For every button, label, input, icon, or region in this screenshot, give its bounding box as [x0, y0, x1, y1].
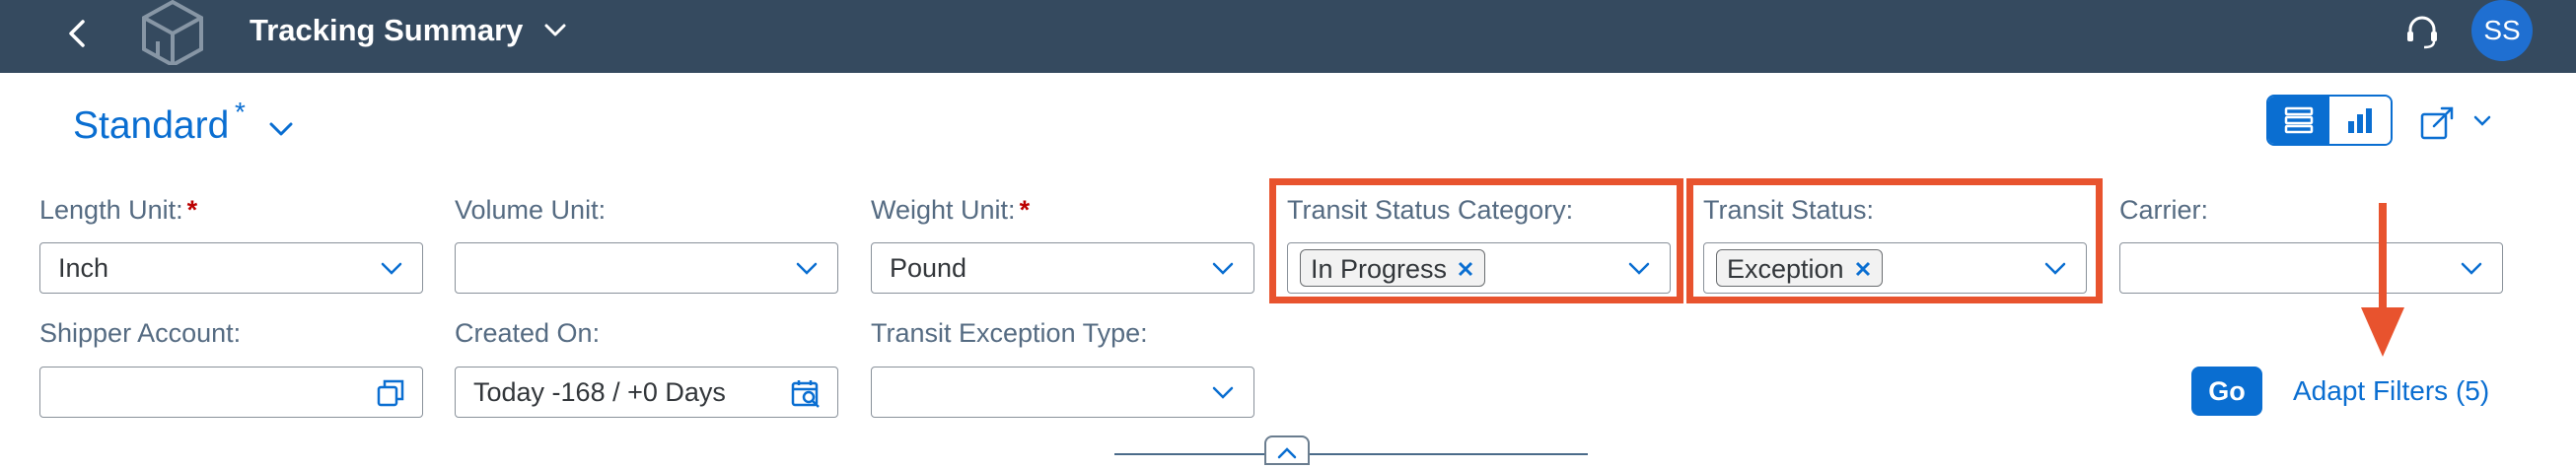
- calendar-icon[interactable]: [790, 377, 822, 409]
- go-button[interactable]: Go: [2191, 367, 2262, 416]
- required-marker: *: [1019, 195, 1031, 225]
- variant-modified-marker: *: [235, 97, 246, 127]
- weight-unit-label: Weight Unit: *: [871, 195, 1031, 225]
- app-logo-icon: [142, 0, 203, 65]
- view-toggle: [2266, 95, 2393, 146]
- chart-view-icon: [2348, 108, 2372, 133]
- highlight-box: [1686, 178, 2103, 303]
- transit-exception-type-select[interactable]: [871, 367, 1254, 418]
- chevron-down-icon[interactable]: [1210, 259, 1236, 279]
- avatar[interactable]: SS: [2471, 0, 2533, 61]
- headset-icon[interactable]: [2400, 10, 2444, 53]
- length-unit-select[interactable]: Inch: [39, 242, 423, 294]
- carrier-select[interactable]: [2119, 242, 2503, 294]
- created-on-input[interactable]: Today -168 / +0 Days: [455, 367, 838, 418]
- volume-unit-label: Volume Unit:: [455, 195, 607, 225]
- chevron-down-icon[interactable]: [379, 259, 404, 279]
- weight-unit-select[interactable]: Pound: [871, 242, 1254, 294]
- chevron-down-icon[interactable]: [266, 118, 296, 140]
- chevron-left-icon[interactable]: [59, 14, 99, 53]
- transit-exception-type-label: Transit Exception Type:: [871, 318, 1148, 348]
- volume-unit-select[interactable]: [455, 242, 838, 294]
- shipper-account-input[interactable]: [39, 367, 423, 418]
- created-on-label: Created On:: [455, 318, 601, 348]
- app-title[interactable]: Tracking Summary: [250, 14, 523, 47]
- list-view-button[interactable]: [2268, 97, 2329, 144]
- required-marker: *: [186, 195, 198, 225]
- highlight-box: [1269, 178, 1683, 303]
- chevron-down-icon[interactable]: [541, 20, 569, 41]
- shell-bar: Tracking Summary SS: [0, 0, 2576, 73]
- value-help-icon[interactable]: [375, 377, 406, 409]
- length-unit-label: Length Unit: *: [39, 195, 198, 225]
- chevron-down-icon[interactable]: [794, 259, 820, 279]
- created-on-value: Today -168 / +0 Days: [473, 377, 726, 407]
- carrier-label: Carrier:: [2119, 195, 2209, 225]
- chevron-down-icon[interactable]: [1210, 383, 1236, 403]
- adapt-filters-link[interactable]: Adapt Filters (5): [2293, 375, 2489, 407]
- list-view-icon: [2284, 106, 2314, 134]
- weight-unit-value: Pound: [890, 253, 967, 283]
- length-unit-value: Inch: [58, 253, 109, 283]
- collapse-header-button[interactable]: [1264, 435, 1310, 465]
- chevron-up-icon: [1277, 447, 1297, 459]
- shipper-account-label: Shipper Account:: [39, 318, 242, 348]
- chevron-down-icon[interactable]: [2459, 259, 2484, 279]
- header-divider: [1114, 453, 1588, 455]
- chart-view-button[interactable]: [2329, 97, 2391, 144]
- variant-name[interactable]: Standard: [73, 104, 229, 148]
- annotation-arrow-icon: [2361, 203, 2404, 357]
- chevron-down-icon[interactable]: [2471, 112, 2493, 130]
- share-icon[interactable]: [2418, 102, 2458, 142]
